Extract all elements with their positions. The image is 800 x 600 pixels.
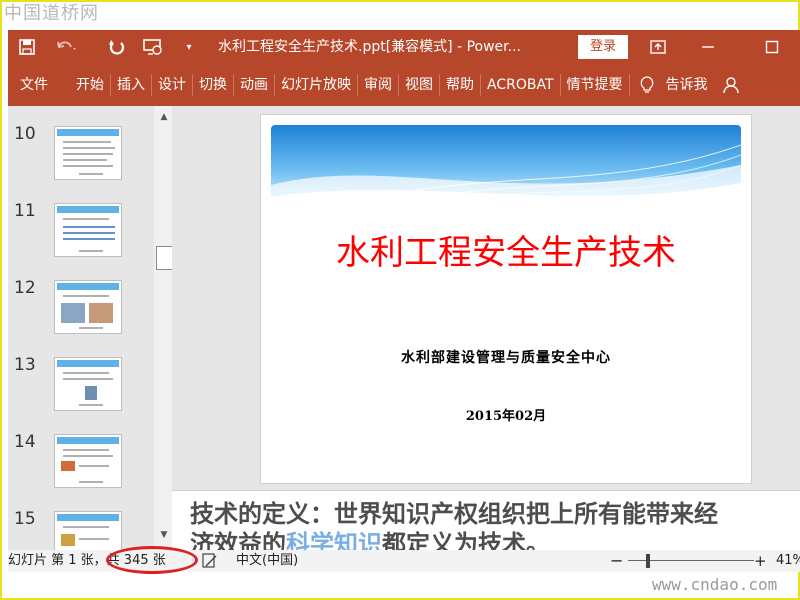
scroll-down-arrow-icon[interactable]: ▼ [157,528,171,542]
thumbnail-slide-13[interactable]: 13 [8,343,154,413]
slide-title[interactable]: 水利工程安全生产技术 [261,225,751,274]
notes-highlight: 科学知识 [286,530,382,551]
save-icon[interactable] [12,30,42,64]
ribbon-tabs: 文件 开始 插入 设计 切换 动画 幻灯片放映 审阅 视图 帮助 ACROBAT… [8,64,800,106]
thumbnail-slide-11[interactable]: 11 [8,189,154,259]
highlight-circle [106,546,198,574]
slide-date[interactable]: 2015年02月 [261,405,751,424]
thumbnail-image [54,203,122,257]
title-bar: ▾ 水利工程安全生产技术.ppt[兼容模式] - Power... 登录 [8,30,800,64]
maximize-icon[interactable] [758,30,786,64]
thumbnail-image [54,126,122,180]
slide-header-wave [271,125,741,207]
thumbnail-slide-12[interactable]: 12 [8,266,154,336]
thumbnail-scrollbar[interactable]: ▲ ▼ [154,106,174,550]
watermark-top: 中国道桥网 [4,3,99,24]
minimize-icon[interactable] [694,30,722,64]
thumbnail-number: 12 [14,278,36,298]
thumbnail-number: 13 [14,355,36,375]
notes-line-1: 技术的定义：世界知识产权组织把上所有能带来经 [190,500,718,528]
zoom-slider-handle[interactable] [646,554,650,568]
slide-subtitle-organization[interactable]: 水利部建设管理与质量安全中心 [261,347,751,367]
notes-pane[interactable]: 技术的定义：世界知识产权组织把上所有能带来经 济效益的科学知识都定义为技术。 [172,490,800,551]
zoom-in-button[interactable]: + [754,550,767,572]
tab-storyboard[interactable]: 情节提要 [561,64,629,106]
tab-slideshow[interactable]: 幻灯片放映 [275,64,357,106]
tab-animations[interactable]: 动画 [234,64,274,106]
tab-acrobat[interactable]: ACROBAT [481,64,560,106]
scroll-up-arrow-icon[interactable]: ▲ [157,110,171,124]
tab-help[interactable]: 帮助 [440,64,480,106]
customize-toolbar-icon[interactable]: ▾ [174,30,204,64]
tab-file[interactable]: 文件 [8,64,60,106]
lightbulb-icon[interactable] [630,64,660,106]
thumbnail-image [54,280,122,334]
tab-home[interactable]: 开始 [60,64,110,106]
language-status[interactable]: 中文(中国) [236,550,298,572]
window-title: 水利工程安全生产技术.ppt[兼容模式] - Power... [218,39,521,55]
thumbnail-image [54,434,122,488]
share-user-icon[interactable] [714,64,746,106]
thumbnail-number: 15 [14,509,36,529]
notes-text: 技术的定义：世界知识产权组织把上所有能带来经 济效益的科学知识都定义为技术。 [190,499,800,551]
tab-view[interactable]: 视图 [399,64,439,106]
watermark-bottom: www.cndao.com [652,575,778,594]
zoom-level[interactable]: 41% [776,550,800,572]
presentation-icon[interactable] [138,30,168,64]
redo-icon[interactable] [102,30,132,64]
tab-transitions[interactable]: 切换 [193,64,233,106]
thumbnail-number: 11 [14,201,36,221]
thumbnail-number: 14 [14,432,36,452]
tab-design[interactable]: 设计 [152,64,192,106]
tell-me-search[interactable]: 告诉我 [660,64,714,106]
status-bar: 幻灯片 第 1 张，共 345 张 中文(中国) − + 41% [8,546,800,575]
thumbnail-slide-10[interactable]: 10 [8,112,154,182]
thumbnail-image [54,357,122,411]
slide-editor: 水利工程安全生产技术 水利部建设管理与质量安全中心 2015年02月 技术的定义… [172,106,800,551]
notes-line-2: 济效益的科学知识都定义为技术。 [190,529,800,551]
thumbnail-slide-14[interactable]: 14 [8,420,154,490]
tab-review[interactable]: 审阅 [358,64,398,106]
undo-icon[interactable] [52,30,82,64]
slide-thumbnail-panel: 10 11 12 13 14 15 ▲ ▼ [8,106,174,565]
ribbon-display-icon[interactable] [644,30,672,64]
tab-insert[interactable]: 插入 [111,64,151,106]
thumbnail-number: 10 [14,124,36,144]
login-button[interactable]: 登录 [578,35,628,59]
notes-line-2-start: 济效益的 [190,530,286,551]
notes-line-2-end: 都定义为技术。 [382,530,550,551]
zoom-out-button[interactable]: − [610,550,623,572]
spelling-check-icon[interactable] [202,553,218,575]
current-slide[interactable]: 水利工程安全生产技术 水利部建设管理与质量安全中心 2015年02月 [260,114,752,484]
